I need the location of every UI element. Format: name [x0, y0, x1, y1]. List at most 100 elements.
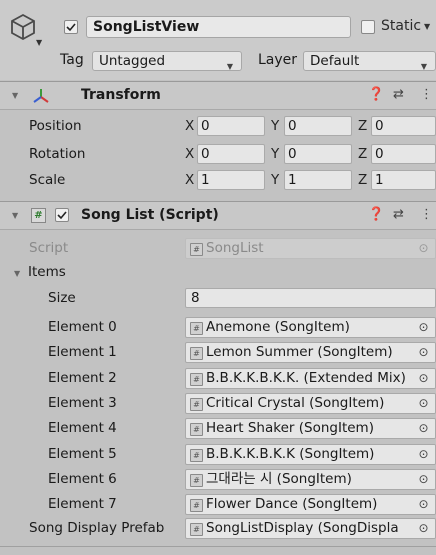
object-picker-icon[interactable]: ⊙ [412, 369, 435, 388]
transform-axes-icon [33, 89, 49, 103]
tag-dropdown[interactable]: Untagged ▼ [92, 51, 242, 71]
script-hash-icon: # [190, 499, 203, 512]
transform-title: Transform [81, 87, 161, 103]
object-picker-icon[interactable]: ⊙ [412, 318, 435, 337]
script-hash-icon: # [190, 423, 203, 436]
element-value: Critical Crystal (SongItem) [206, 395, 385, 411]
items-label[interactable]: Items [28, 264, 66, 280]
element-field[interactable]: # Lemon Summer (SongItem) ⊙ [185, 342, 436, 363]
element-field[interactable]: # Critical Crystal (SongItem) ⊙ [185, 393, 436, 414]
object-picker-icon[interactable]: ⊙ [412, 445, 435, 464]
layer-value: Default [310, 53, 360, 69]
presets-icon[interactable]: ⇄ [393, 87, 404, 102]
object-picker-icon[interactable]: ⊙ [412, 519, 435, 538]
script-hash-icon: # [190, 243, 203, 256]
element-field[interactable]: # Anemone (SongItem) ⊙ [185, 317, 436, 338]
rotation-x-field[interactable]: 0 [197, 144, 265, 164]
axis-z-label[interactable]: Z [358, 146, 367, 162]
gameobject-name-field[interactable]: SongListView [86, 16, 351, 38]
element-field[interactable]: # 그대라는 시 (SongItem) ⊙ [185, 469, 436, 490]
element-label: Element 2 [48, 370, 117, 386]
gameobject-header: ▼ SongListView Static ▼ Tag Untagged ▼ L… [0, 0, 436, 80]
script-hash-icon: # [190, 449, 203, 462]
songlist-header[interactable]: ▼ # Song List (Script) ❓ ⇄ ⋮ [0, 201, 436, 230]
size-field[interactable]: 8 [185, 288, 436, 308]
element-value: Lemon Summer (SongItem) [206, 344, 393, 360]
song-display-prefab-label: Song Display Prefab [29, 520, 165, 536]
element-value: Flower Dance (SongItem) [206, 496, 378, 512]
transform-header[interactable]: ▼ Transform ❓ ⇄ ⋮ [0, 81, 436, 110]
cube-icon[interactable] [8, 12, 38, 42]
element-field[interactable]: # Heart Shaker (SongItem) ⊙ [185, 418, 436, 439]
element-value: B.B.K.K.B.K.K (SongItem) [206, 446, 375, 462]
kebab-menu-icon[interactable]: ⋮ [420, 87, 433, 102]
element-value: Anemone (SongItem) [206, 319, 350, 335]
axis-z-label[interactable]: Z [358, 118, 367, 134]
element-label: Element 6 [48, 471, 117, 487]
size-label: Size [48, 290, 76, 306]
tag-value: Untagged [99, 53, 166, 69]
script-hash-icon: # [31, 208, 46, 223]
element-label: Element 3 [48, 395, 117, 411]
items-foldout-arrow-icon[interactable]: ▼ [14, 269, 20, 278]
element-field[interactable]: # Flower Dance (SongItem) ⊙ [185, 494, 436, 515]
script-hash-icon: # [190, 398, 203, 411]
foldout-arrow-icon[interactable]: ▼ [12, 91, 18, 100]
element-label: Element 7 [48, 496, 117, 512]
bottom-divider [0, 546, 436, 547]
element-label: Element 5 [48, 446, 117, 462]
layer-label: Layer [258, 52, 298, 68]
script-hash-icon: # [190, 474, 203, 487]
element-label: Element 0 [48, 319, 117, 335]
object-picker-icon[interactable]: ⊙ [412, 343, 435, 362]
element-label: Element 4 [48, 420, 117, 436]
position-y-field[interactable]: 0 [284, 116, 352, 136]
presets-icon[interactable]: ⇄ [393, 207, 404, 222]
help-icon[interactable]: ❓ [368, 87, 384, 102]
scale-z-field[interactable]: 1 [371, 170, 436, 190]
scale-y-field[interactable]: 1 [284, 170, 352, 190]
axis-y-label[interactable]: Y [271, 172, 279, 188]
scale-x-field[interactable]: 1 [197, 170, 265, 190]
song-display-prefab-field[interactable]: # SongListDisplay (SongDispla ⊙ [185, 518, 436, 539]
script-value: SongList [206, 240, 264, 256]
component-enabled-checkbox[interactable] [55, 208, 69, 222]
object-picker-icon[interactable]: ⊙ [412, 394, 435, 413]
object-picker-icon[interactable]: ⊙ [412, 495, 435, 514]
object-picker-icon[interactable]: ⊙ [412, 419, 435, 438]
icon-dropdown-arrow-icon[interactable]: ▼ [36, 38, 42, 47]
rotation-z-field[interactable]: 0 [371, 144, 436, 164]
script-label: Script [29, 240, 69, 256]
object-picker-icon[interactable]: ⊙ [412, 470, 435, 489]
axis-x-label[interactable]: X [185, 118, 194, 134]
element-value: Heart Shaker (SongItem) [206, 420, 374, 436]
chevron-down-icon: ▼ [420, 62, 427, 71]
script-hash-icon: # [190, 373, 203, 386]
static-checkbox[interactable] [361, 20, 375, 34]
script-hash-icon: # [190, 523, 203, 536]
element-field[interactable]: # B.B.K.K.B.K.K. (Extended Mix) ⊙ [185, 368, 436, 389]
layer-dropdown[interactable]: Default ▼ [303, 51, 436, 71]
axis-z-label[interactable]: Z [358, 172, 367, 188]
position-label: Position [29, 118, 82, 134]
element-field[interactable]: # B.B.K.K.B.K.K (SongItem) ⊙ [185, 444, 436, 465]
foldout-arrow-icon[interactable]: ▼ [12, 211, 18, 220]
help-icon[interactable]: ❓ [368, 207, 384, 222]
kebab-menu-icon[interactable]: ⋮ [420, 207, 433, 222]
position-z-field[interactable]: 0 [371, 116, 436, 136]
position-x-field[interactable]: 0 [197, 116, 265, 136]
static-label: Static [381, 18, 422, 34]
rotation-y-field[interactable]: 0 [284, 144, 352, 164]
axis-x-label[interactable]: X [185, 146, 194, 162]
axis-y-label[interactable]: Y [271, 118, 279, 134]
active-checkbox[interactable] [64, 20, 78, 34]
chevron-down-icon: ▼ [226, 62, 233, 71]
songlist-title: Song List (Script) [81, 207, 219, 223]
axis-x-label[interactable]: X [185, 172, 194, 188]
tag-label: Tag [60, 52, 84, 68]
element-label: Element 1 [48, 344, 117, 360]
prefab-value: SongListDisplay (SongDispla [206, 520, 399, 536]
static-dropdown-arrow-icon[interactable]: ▼ [424, 22, 430, 31]
scale-label: Scale [29, 172, 66, 188]
axis-y-label[interactable]: Y [271, 146, 279, 162]
